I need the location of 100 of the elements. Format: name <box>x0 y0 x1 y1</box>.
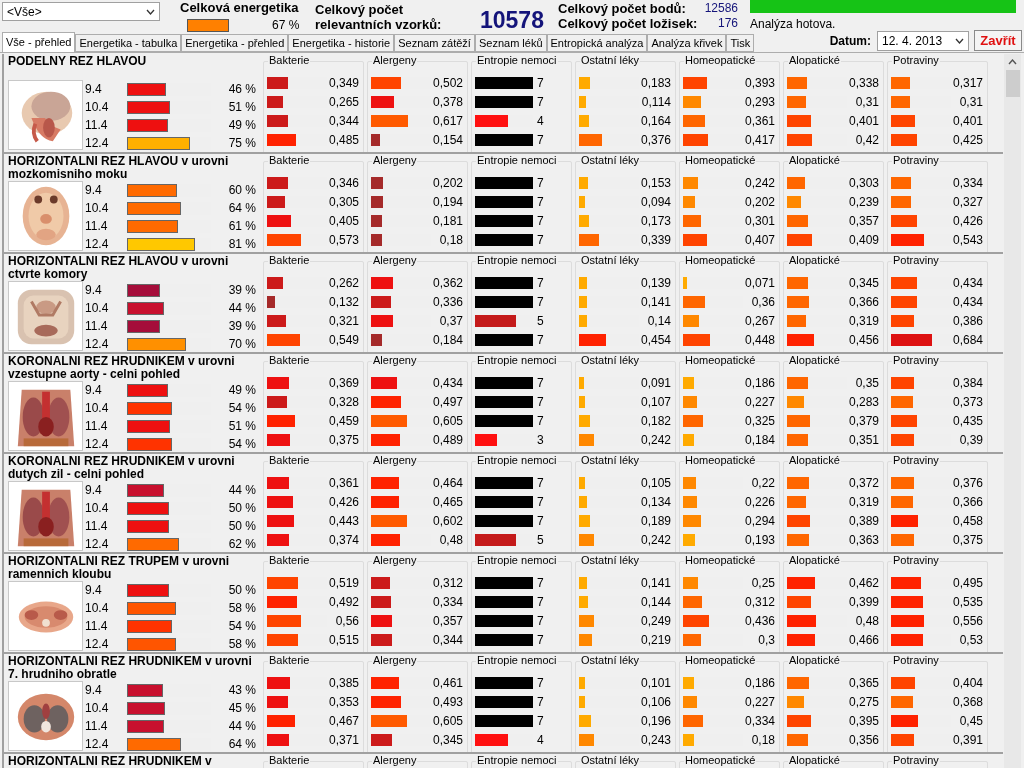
value-label: 0,31 <box>855 93 879 111</box>
section-title: KORONALNI REZ HRUDNIKEM v urovni dutych zil - celni pohled <box>8 455 236 481</box>
percent-label: 49 % <box>227 117 256 134</box>
value-label: 0,242 <box>640 431 671 449</box>
scroll-thumb[interactable] <box>1005 70 1020 97</box>
percent-label: 58 % <box>227 600 256 617</box>
value-label: 0,336 <box>432 293 463 311</box>
value-label: 0,186 <box>744 674 775 692</box>
value-label: 0,338 <box>848 74 879 92</box>
value-label: 0,107 <box>640 393 671 411</box>
group-label: Alergeny <box>372 254 418 267</box>
group-label: Potraviny <box>892 554 940 567</box>
tab[interactable]: Seznam zátěží <box>394 34 475 52</box>
value-label: 0,105 <box>640 474 671 492</box>
group-label: Alopatické <box>788 254 841 267</box>
value-label: 0,194 <box>432 193 463 211</box>
group-label: Alergeny <box>372 754 418 767</box>
tab[interactable]: Tisk <box>726 34 755 52</box>
percent-label: 51 % <box>227 99 256 116</box>
value-label: 0,393 <box>744 74 775 92</box>
value-label: 0,186 <box>744 374 775 392</box>
value-label: 0,435 <box>952 412 983 430</box>
group-label: Potraviny <box>892 354 940 367</box>
value-label: 0,466 <box>848 631 879 649</box>
value-label: 0,361 <box>744 112 775 130</box>
value-label: 0,339 <box>640 231 671 249</box>
scroll-up-icon[interactable] <box>1008 59 1017 65</box>
value-label: 0,465 <box>432 493 463 511</box>
percent-label: 58 % <box>227 636 256 652</box>
value-label: 0,462 <box>848 574 879 592</box>
date-label: 12.4 <box>85 236 110 252</box>
value-label: 7 <box>537 593 544 611</box>
value-label: 0,378 <box>432 93 463 111</box>
date-label: 9.4 <box>85 382 103 399</box>
tab[interactable]: Energetika - přehled <box>181 34 289 52</box>
caret-icon <box>146 8 155 15</box>
date-label: 9.4 <box>85 81 103 98</box>
value-label: 0,426 <box>952 212 983 230</box>
group-label: Potraviny <box>892 154 940 167</box>
value-label: 0,502 <box>432 74 463 92</box>
tab[interactable]: Energetika - tabulka <box>75 34 182 52</box>
value-label: 0,374 <box>328 531 359 549</box>
percent-label: 44 % <box>227 482 256 499</box>
caret-icon <box>955 37 964 44</box>
percent-label: 54 % <box>227 400 256 417</box>
value-label: 0,312 <box>744 593 775 611</box>
value-label: 7 <box>537 712 544 730</box>
value-label: 0,48 <box>439 531 463 549</box>
date-label: 11.4 <box>85 218 109 235</box>
value-label: 0,202 <box>744 193 775 211</box>
value-label: 0,334 <box>744 712 775 730</box>
date-label: 11.4 <box>85 518 109 535</box>
value-label: 0,164 <box>640 112 671 130</box>
value-label: 0,493 <box>432 693 463 711</box>
value-label: 0,684 <box>952 331 983 349</box>
group-label: Alergeny <box>372 454 418 467</box>
group-label: Potraviny <box>892 654 940 667</box>
value-label: 0,346 <box>328 174 359 192</box>
value-label: 0,153 <box>640 174 671 192</box>
date-label: 10.4 <box>85 700 110 717</box>
date-label: 9.4 <box>85 182 103 199</box>
percent-label: 67 % <box>272 17 300 34</box>
value-label: 0,344 <box>328 112 359 130</box>
date-label: 9.4 <box>85 582 103 599</box>
date-label: 12.4 <box>85 636 110 652</box>
tab[interactable]: Energetika - historie <box>288 34 395 52</box>
value-label: 0,535 <box>952 593 983 611</box>
percent-label: 39 % <box>227 318 256 335</box>
tab[interactable]: Analýza křivek <box>647 34 727 52</box>
date-dropdown[interactable]: 12. 4. 2013 <box>877 30 969 51</box>
group-label: Homeopatické <box>684 354 757 367</box>
percent-label: 45 % <box>227 700 256 717</box>
group-label: Potraviny <box>892 454 940 467</box>
value-label: 0,456 <box>848 331 879 349</box>
tab[interactable]: Vše - přehled <box>2 32 76 52</box>
value-label: 0,365 <box>848 674 879 692</box>
scrollbar[interactable] <box>1004 54 1021 768</box>
status-text: Analýza hotova. <box>750 16 837 33</box>
value-label: 0,519 <box>328 574 359 592</box>
tab[interactable]: Entropická analýza <box>546 34 648 52</box>
value-label: 0,249 <box>640 612 671 630</box>
value-label: 0,361 <box>328 474 359 492</box>
value-label: 0,144 <box>640 593 671 611</box>
group-label: Homeopatické <box>684 54 757 67</box>
value-label: 0,154 <box>432 131 463 149</box>
close-button[interactable]: Zavřít <box>974 30 1022 51</box>
filter-dropdown[interactable]: <Vše> <box>2 2 160 21</box>
value-label: 7 <box>537 74 544 92</box>
value-label: 0,459 <box>328 412 359 430</box>
section-title: HORIZONTALNI REZ HRUDNIKEM v <box>8 755 213 768</box>
value-label: 0,454 <box>640 331 671 349</box>
group-label: Ostatní léky <box>580 754 641 767</box>
value-label: 0,395 <box>848 712 879 730</box>
value-label: 0,196 <box>640 712 671 730</box>
value-label: 0,267 <box>744 312 775 330</box>
value-label: 0,189 <box>640 512 671 530</box>
group-label: Bakterie <box>268 754 311 767</box>
group-label: Homeopatické <box>684 554 757 567</box>
value-label: 0,18 <box>751 731 775 749</box>
tab[interactable]: Seznam léků <box>474 34 547 52</box>
